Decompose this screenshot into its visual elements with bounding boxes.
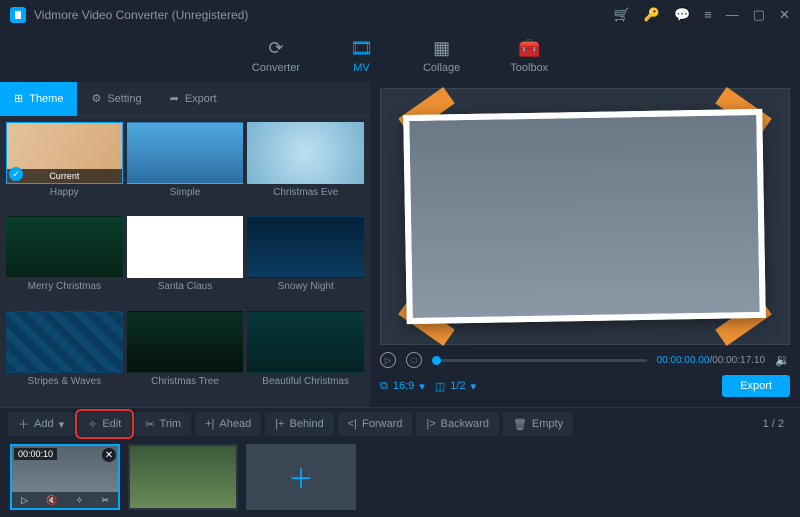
- layout-dropdown[interactable]: ◫ 1/2 ▾: [435, 380, 476, 393]
- clip-duration: 00:00:10: [14, 448, 57, 460]
- app-logo: [10, 7, 26, 23]
- wand-icon: ✧: [88, 418, 97, 431]
- main-tabs: ⟳ Converter 🎞 MV ▦ Collage 🧰 Toolbox: [0, 30, 800, 82]
- video-preview[interactable]: [410, 115, 760, 318]
- close-button[interactable]: ✕: [779, 7, 790, 23]
- subtab-export[interactable]: ➦ Export: [156, 82, 231, 116]
- sub-tabs: ⊞ Theme ⚙ Setting ➦ Export: [0, 82, 370, 116]
- trim-button[interactable]: ✂ Trim: [135, 412, 191, 436]
- preview-area: [380, 88, 790, 345]
- plus-icon: ＋: [288, 459, 314, 496]
- theme-icon: ⊞: [14, 92, 23, 105]
- behind-icon: |+: [275, 418, 284, 430]
- theme-item-santa-claus[interactable]: Santa Claus: [127, 216, 244, 306]
- current-badge: Current: [7, 169, 122, 183]
- tab-mv[interactable]: 🎞 MV: [350, 38, 373, 74]
- subtab-setting[interactable]: ⚙ Setting: [77, 82, 155, 116]
- toolbox-icon: 🧰: [518, 38, 540, 59]
- right-pane: ▷ □ 00:00:00.00/00:00:17.10 🔉 ⧉ 16:9 ▾ ◫…: [370, 82, 800, 407]
- check-icon: ✓: [9, 167, 23, 181]
- clip-mute-icon[interactable]: 🔇: [46, 495, 57, 506]
- player-controls: ▷ □ 00:00:00.00/00:00:17.10 🔉: [380, 345, 790, 371]
- remove-clip-icon[interactable]: ✕: [102, 448, 116, 462]
- clip-play-icon[interactable]: ▷: [21, 495, 28, 506]
- ahead-button[interactable]: +| Ahead: [195, 412, 261, 436]
- theme-item-christmas-tree[interactable]: Christmas Tree: [127, 311, 244, 401]
- maximize-button[interactable]: ▢: [753, 7, 765, 23]
- ahead-icon: +|: [205, 418, 214, 430]
- video-frame: [404, 109, 767, 324]
- key-icon[interactable]: 🔑: [644, 7, 660, 23]
- timeline-toolbar: ＋ Add ▾ ✧ Edit ✂ Trim +| Ahead |+ Behind…: [0, 408, 800, 440]
- theme-item-stripes-waves[interactable]: Stripes & Waves: [6, 311, 123, 401]
- scissors-icon: ✂: [145, 418, 154, 431]
- tab-toolbox[interactable]: 🧰 Toolbox: [510, 38, 548, 74]
- pager: 1 / 2: [763, 418, 792, 430]
- play-button[interactable]: ▷: [380, 352, 396, 368]
- theme-item-beautiful-christmas[interactable]: Beautiful Christmas: [247, 311, 364, 401]
- theme-item-snowy-night[interactable]: Snowy Night: [247, 216, 364, 306]
- clip-trim-icon[interactable]: ✂: [101, 495, 109, 506]
- edit-button[interactable]: ✧ Edit: [78, 412, 131, 436]
- backward-icon: |>: [426, 418, 435, 430]
- cart-icon[interactable]: 🛒: [614, 7, 630, 23]
- mv-icon: 🎞: [350, 38, 373, 59]
- export-icon: ➦: [170, 92, 179, 105]
- collage-icon: ▦: [433, 38, 450, 59]
- stop-button[interactable]: □: [406, 352, 422, 368]
- player-options: ⧉ 16:9 ▾ ◫ 1/2 ▾ Export: [380, 371, 790, 401]
- theme-item-christmas-eve[interactable]: Christmas Eve: [247, 122, 364, 212]
- subtab-theme[interactable]: ⊞ Theme: [0, 82, 77, 116]
- clip-edit-icon[interactable]: ✧: [76, 495, 84, 506]
- aspect-ratio-dropdown[interactable]: ⧉ 16:9 ▾: [380, 380, 425, 393]
- tab-converter[interactable]: ⟳ Converter: [252, 38, 300, 74]
- export-button[interactable]: Export: [722, 375, 790, 397]
- converter-icon: ⟳: [268, 38, 283, 59]
- theme-item-merry-christmas[interactable]: Merry Christmas: [6, 216, 123, 306]
- minimize-button[interactable]: —: [726, 7, 739, 23]
- clip-item[interactable]: 00:00:10 ✕ ▷ 🔇 ✧ ✂: [10, 444, 120, 510]
- theme-item-happy[interactable]: Current ✓ Happy: [6, 122, 123, 212]
- empty-button[interactable]: 🗑 Empty: [503, 412, 573, 436]
- left-pane: ⊞ Theme ⚙ Setting ➦ Export Current ✓ Hap…: [0, 82, 370, 407]
- timeline-pane: ＋ Add ▾ ✧ Edit ✂ Trim +| Ahead |+ Behind…: [0, 407, 800, 517]
- layout-icon: ◫: [435, 380, 445, 393]
- window-title: Vidmore Video Converter (Unregistered): [34, 8, 248, 22]
- trash-icon: 🗑: [513, 418, 527, 431]
- add-button[interactable]: ＋ Add ▾: [8, 412, 74, 436]
- clip-item[interactable]: [128, 444, 238, 510]
- seek-slider[interactable]: [432, 359, 647, 362]
- add-clip-button[interactable]: ＋: [246, 444, 356, 510]
- volume-icon[interactable]: 🔉: [775, 353, 790, 367]
- behind-button[interactable]: |+ Behind: [265, 412, 334, 436]
- chevron-down-icon: ▾: [471, 380, 477, 393]
- chevron-down-icon: ▾: [419, 380, 425, 393]
- gear-icon: ⚙: [91, 92, 101, 105]
- plus-icon: ＋: [18, 416, 29, 432]
- clip-ops: ▷ 🔇 ✧ ✂: [12, 492, 118, 508]
- theme-item-simple[interactable]: Simple: [127, 122, 244, 212]
- theme-grid: Current ✓ Happy Simple Christmas Eve Mer…: [0, 116, 370, 407]
- clip-row: 00:00:10 ✕ ▷ 🔇 ✧ ✂ ＋: [0, 440, 800, 514]
- titlebar: Vidmore Video Converter (Unregistered) 🛒…: [0, 0, 800, 30]
- forward-icon: <|: [348, 418, 357, 430]
- aspect-icon: ⧉: [380, 380, 388, 393]
- tab-collage[interactable]: ▦ Collage: [423, 38, 460, 74]
- backward-button[interactable]: |> Backward: [416, 412, 499, 436]
- chevron-down-icon: ▾: [59, 418, 65, 431]
- menu-icon[interactable]: ≡: [704, 7, 712, 23]
- timecode: 00:00:00.00/00:00:17.10: [657, 355, 765, 366]
- forward-button[interactable]: <| Forward: [338, 412, 413, 436]
- feedback-icon[interactable]: 💬: [674, 7, 690, 23]
